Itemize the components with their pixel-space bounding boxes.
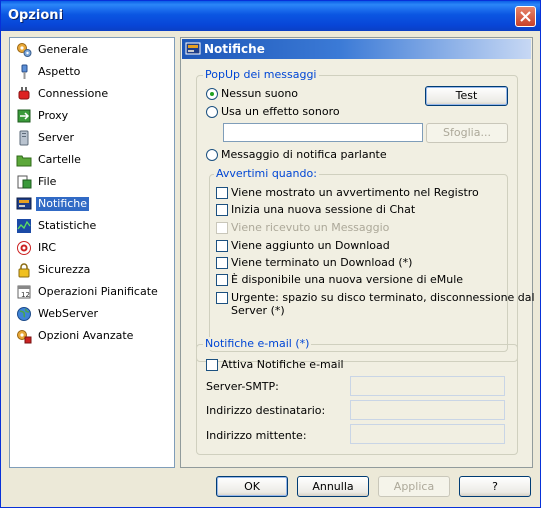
warn-message-checkbox[interactable] xyxy=(216,222,228,234)
warn-download-finished-checkbox[interactable] xyxy=(216,257,228,269)
enable-email-label: Attiva Notifiche e-mail xyxy=(221,358,344,371)
warn-chat-label: Inizia una nuova sessione di Chat xyxy=(231,203,416,216)
sidebar-item-server[interactable]: Server xyxy=(14,128,174,148)
screwdriver-icon xyxy=(21,64,28,79)
sender-address-label: Indirizzo mittente: xyxy=(206,429,307,442)
email-group: Notifiche e-mail (*) Attiva Notifiche e-… xyxy=(196,337,518,455)
warn-download-added-label: Viene aggiunto un Download xyxy=(231,239,390,252)
settings-page: Notifiche PopUp dei messaggi Nessun suon… xyxy=(180,37,535,468)
sidebar-item-label: Opzioni Avanzate xyxy=(38,329,134,342)
plug-icon xyxy=(18,87,30,100)
advanced-options-icon xyxy=(17,330,32,344)
lock-icon xyxy=(18,263,30,278)
calendar-icon: 12 xyxy=(17,285,31,299)
sound-effect-label: Usa un effetto sonoro xyxy=(221,105,340,118)
sidebar-item-label: IRC xyxy=(38,241,57,254)
sidebar-item-label: WebServer xyxy=(38,307,99,320)
close-button[interactable] xyxy=(515,6,536,27)
warn-log-label: Viene mostrato un avvertimento nel Regis… xyxy=(231,186,479,199)
recipient-address-label: Indirizzo destinatario: xyxy=(206,404,326,417)
sidebar-item-opzioni-avanzate[interactable]: Opzioni Avanzate xyxy=(14,326,174,346)
title-bar[interactable]: Opzioni xyxy=(1,1,540,31)
sidebar-item-label: Sicurezza xyxy=(38,263,91,276)
warn-new-version-label: È disponibile una nuova versione di eMul… xyxy=(231,273,464,286)
speaking-notification-radio[interactable] xyxy=(206,149,218,161)
close-icon xyxy=(520,11,531,22)
sidebar-item-label: Generale xyxy=(38,43,89,56)
warn-download-finished-label: Viene terminato un Download (*) xyxy=(231,256,413,269)
help-button[interactable]: ? xyxy=(459,476,531,497)
sidebar-item-label: Server xyxy=(38,131,75,144)
sidebar-item-operazioni-pianificate[interactable]: 12 Operazioni Pianificate xyxy=(14,282,174,302)
sidebar-item-webserver[interactable]: WebServer xyxy=(14,304,174,324)
warn-message-label: Viene ricevuto un Messaggio xyxy=(231,221,390,234)
window-title: Opzioni xyxy=(8,8,64,23)
sound-path-input[interactable] xyxy=(223,123,423,142)
recipient-address-input[interactable] xyxy=(350,400,505,420)
statistics-icon xyxy=(17,219,31,233)
irc-icon xyxy=(17,241,31,255)
sidebar-item-label: Cartelle xyxy=(38,153,81,166)
options-dialog: Opzioni Generale Aspetto Connessione Pro… xyxy=(0,0,541,508)
popup-group-legend: PopUp dei messaggi xyxy=(203,68,319,81)
sidebar-item-cartelle[interactable]: Cartelle xyxy=(14,150,174,170)
folder-icon xyxy=(16,155,32,167)
warn-urgent-label-continued: Server (*) xyxy=(231,304,285,317)
warn-urgent-label: Urgente: spazio su disco terminato, disc… xyxy=(231,291,535,304)
sidebar-item-irc[interactable]: IRC xyxy=(14,238,174,258)
sidebar-item-file[interactable]: File xyxy=(14,172,174,192)
panel-header: Notifiche xyxy=(182,39,531,59)
enable-email-checkbox[interactable] xyxy=(206,359,218,371)
sidebar-item-label: Proxy xyxy=(38,109,69,122)
cancel-button[interactable]: Annulla xyxy=(297,476,369,497)
sidebar-item-label: Notifiche xyxy=(36,197,90,211)
page-title: Notifiche xyxy=(204,42,265,56)
test-button[interactable]: Test xyxy=(425,86,508,106)
warn-urgent-checkbox[interactable] xyxy=(216,292,228,304)
sound-effect-radio[interactable] xyxy=(206,106,218,118)
gears-icon xyxy=(17,43,32,57)
globe-icon xyxy=(17,307,31,321)
browse-button[interactable]: Sfoglia... xyxy=(426,123,508,143)
sidebar-item-connessione[interactable]: Connessione xyxy=(14,84,174,104)
sidebar-item-proxy[interactable]: Proxy xyxy=(14,106,174,126)
ok-button[interactable]: OK xyxy=(216,476,288,497)
svg-text:12: 12 xyxy=(21,291,30,299)
sidebar-item-label: Connessione xyxy=(38,87,109,100)
sidebar: Generale Aspetto Connessione Proxy Serve… xyxy=(9,37,175,468)
sidebar-item-notifiche[interactable]: Notifiche xyxy=(14,194,174,214)
smtp-server-label: Server-SMTP: xyxy=(206,380,279,393)
speaking-notification-label: Messaggio di notifica parlante xyxy=(221,148,387,161)
no-sound-radio[interactable] xyxy=(206,88,218,100)
sender-address-input[interactable] xyxy=(350,424,505,444)
sidebar-item-sicurezza[interactable]: Sicurezza xyxy=(14,260,174,280)
warn-chat-checkbox[interactable] xyxy=(216,204,228,216)
warn-log-checkbox[interactable] xyxy=(216,187,228,199)
sidebar-item-label: Operazioni Pianificate xyxy=(38,285,158,298)
warn-download-added-checkbox[interactable] xyxy=(216,240,228,252)
warn-group-legend: Avvertimi quando: xyxy=(214,167,319,180)
sidebar-item-aspetto[interactable]: Aspetto xyxy=(14,62,174,82)
sidebar-item-label: Statistiche xyxy=(38,219,97,232)
smtp-server-input[interactable] xyxy=(350,376,505,396)
notification-icon xyxy=(185,42,201,55)
no-sound-label: Nessun suono xyxy=(221,87,299,100)
email-group-legend: Notifiche e-mail (*) xyxy=(203,337,312,350)
sidebar-item-label: File xyxy=(38,175,57,188)
popup-group: PopUp dei messaggi Nessun suono Usa un e… xyxy=(196,68,535,362)
server-icon xyxy=(19,130,29,146)
warn-group: Avvertimi quando: Viene mostrato un avve… xyxy=(209,167,535,352)
apply-button[interactable]: Applica xyxy=(378,476,450,497)
proxy-icon xyxy=(17,109,31,123)
warn-new-version-checkbox[interactable] xyxy=(216,274,228,286)
notification-icon xyxy=(16,197,32,210)
sidebar-item-statistiche[interactable]: Statistiche xyxy=(14,216,174,236)
file-icon xyxy=(17,175,32,189)
sidebar-item-label: Aspetto xyxy=(38,65,81,78)
sidebar-item-generale[interactable]: Generale xyxy=(14,40,174,60)
